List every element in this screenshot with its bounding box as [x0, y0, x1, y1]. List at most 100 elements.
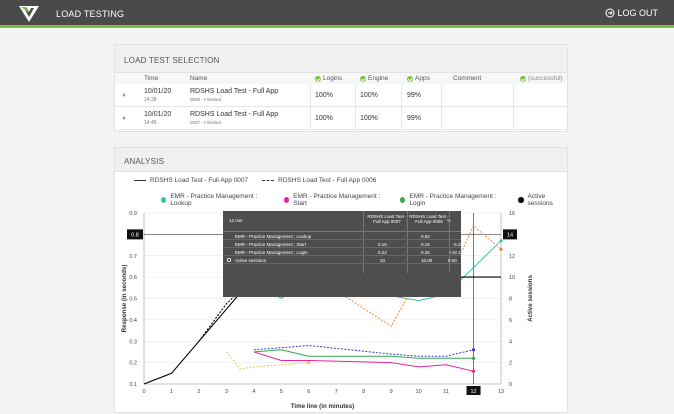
crosshair-x-value: 12: [470, 389, 476, 395]
row-status: 0007 - Finished: [190, 120, 222, 125]
x-tick-label: 13: [498, 389, 504, 395]
tooltip-row-label: EMR - Practice Management : Lookup: [235, 233, 312, 239]
chart-tooltip: 12 min RDSHS Load Test - Full App 0007 R…: [223, 211, 463, 297]
x-tick-label: 3: [225, 389, 228, 395]
logout-label: LOG OUT: [617, 8, 658, 18]
x-tick-label: 0: [142, 389, 145, 395]
tooltip-row-v3: 0.00: [448, 257, 457, 263]
col-logins-label: Logins: [323, 75, 343, 82]
tooltip-col1: RDSHS Load Test - Full App 0007: [367, 214, 407, 224]
y-tick-label: 0.3: [129, 339, 137, 345]
tooltip-time: 12 min: [229, 218, 243, 223]
row-name: RDSHS Load Test - Full App: [190, 88, 279, 95]
divider: [513, 84, 514, 130]
y2-tick-label: 8: [509, 297, 512, 303]
y-tick-label: 0.2: [129, 361, 137, 367]
row-apps: 99%: [407, 115, 422, 122]
series-point-5: [471, 348, 476, 352]
x-tick-label: 10: [416, 389, 422, 395]
col-apps-label: Apps: [415, 75, 430, 82]
divider: [310, 84, 311, 130]
series-point-0: [499, 239, 503, 243]
row-name: RDSHS Load Test - Full App: [190, 111, 279, 118]
x-tick-label: 5: [280, 389, 283, 395]
logo-icon: [19, 6, 39, 22]
y-tick-label: 0.5: [129, 297, 137, 303]
table-row[interactable]: 10/01/20 14:28 RDSHS Load Test - Full Ap…: [115, 84, 567, 107]
y2-tick-label: 6: [509, 318, 512, 324]
col-name[interactable]: Name: [190, 75, 207, 82]
y-tick-label: 0.1: [129, 382, 137, 388]
expand-arrow-icon[interactable]: [123, 116, 126, 120]
tooltip-row: EMR - Practice Management : Login 0.22 0…: [223, 248, 463, 256]
x-tick-label: 9: [390, 389, 393, 395]
tooltip-row-v1: 0.22: [378, 249, 387, 255]
check-icon: [315, 75, 321, 82]
tooltip-row-label: EMR - Practice Management : Start: [235, 241, 307, 247]
y-axis-label: Response (in seconds): [121, 265, 128, 333]
y-tick-label: 0.4: [129, 318, 137, 324]
col-apps[interactable]: Apps: [407, 75, 430, 82]
y2-axis-label: Active sessions: [527, 275, 534, 322]
row-engine: 100%: [360, 115, 378, 122]
logout-icon: [605, 8, 615, 18]
row-time: 14:28: [144, 97, 157, 103]
tooltip-row-v1: 0.16: [378, 241, 387, 247]
top-bar: LOAD TESTING LOG OUT: [0, 0, 674, 28]
y2-tick-label: 0: [509, 382, 512, 388]
analysis-panel: ANALYSIS RDSHS Load Test - Full App 0007…: [114, 147, 568, 413]
check-icon: [520, 75, 526, 82]
x-tick-label: 2: [197, 389, 200, 395]
tooltip-row-v3: +18.18: [449, 249, 463, 255]
col-comment[interactable]: Comment: [453, 75, 481, 82]
app-title: LOAD TESTING: [56, 9, 125, 19]
x-tick-label: 8: [362, 389, 365, 395]
series-line-2: [253, 351, 474, 372]
col-time[interactable]: Time: [144, 75, 158, 82]
series-point-2: [471, 369, 476, 373]
tooltip-col2: RDSHS Load Test - Full App 0006: [409, 214, 449, 224]
tooltip-row: EMR - Practice Management : Lookup 0.84: [223, 232, 461, 240]
col-engine[interactable]: Engine: [360, 75, 388, 82]
logout-button[interactable]: LOG OUT: [605, 8, 658, 18]
tooltip-row-label: EMR - Practice Management : Login: [235, 249, 308, 255]
selection-title: LOAD TEST SELECTION: [115, 45, 567, 73]
y-tick-label: 0.6: [129, 275, 137, 281]
y2-tick-label: 2: [509, 361, 512, 367]
table-header: Time Name Logins Engine Apps Comment (su…: [115, 73, 567, 84]
x-tick-label: 4: [252, 389, 255, 395]
tooltip-row: EMR - Practice Management : Start 0.16 0…: [223, 240, 463, 248]
col-successful: (successful): [520, 75, 563, 82]
row-status: 0006 - Finished: [190, 97, 222, 102]
x-tick-label: 11: [443, 389, 449, 395]
y2-tick-label: 12: [509, 254, 515, 260]
y2-tick-label: 4: [509, 339, 512, 345]
divider: [401, 84, 402, 130]
check-icon: [407, 75, 413, 82]
crosshair-y2-value: 14: [507, 232, 513, 238]
y-tick-label: 0.9: [129, 211, 137, 217]
col-engine-label: Engine: [368, 75, 389, 82]
divider: [441, 84, 442, 130]
x-tick-label: 6: [307, 389, 310, 395]
tooltip-header: 12 min RDSHS Load Test - Full App 0007 R…: [223, 211, 461, 232]
check-icon: [360, 75, 366, 82]
col-logins[interactable]: Logins: [315, 75, 342, 82]
tooltip-row-label: Active sessions: [235, 257, 267, 263]
table-row[interactable]: 10/01/20 14:45 RDSHS Load Test - Full Ap…: [115, 107, 567, 130]
expand-arrow-icon[interactable]: [123, 93, 126, 97]
y2-tick-label: 10: [509, 275, 515, 281]
divider: [355, 84, 356, 130]
row-time: 14:45: [144, 120, 157, 126]
x-tick-label: 7: [335, 389, 338, 395]
series-point-1: [499, 247, 503, 251]
col-successful-label: (successful): [528, 75, 563, 82]
series-point-4: [471, 356, 476, 360]
row-date: 10/01/20: [144, 88, 172, 95]
y2-tick-label: 16: [509, 211, 515, 217]
tooltip-row: Active sessions 10 10.00 0.00: [223, 256, 461, 264]
series-point-3: [307, 361, 311, 365]
row-engine: 100%: [360, 92, 378, 99]
tooltip-row-v3: -6.25: [452, 241, 463, 247]
tooltip-row-v2: 0.84: [421, 233, 430, 239]
